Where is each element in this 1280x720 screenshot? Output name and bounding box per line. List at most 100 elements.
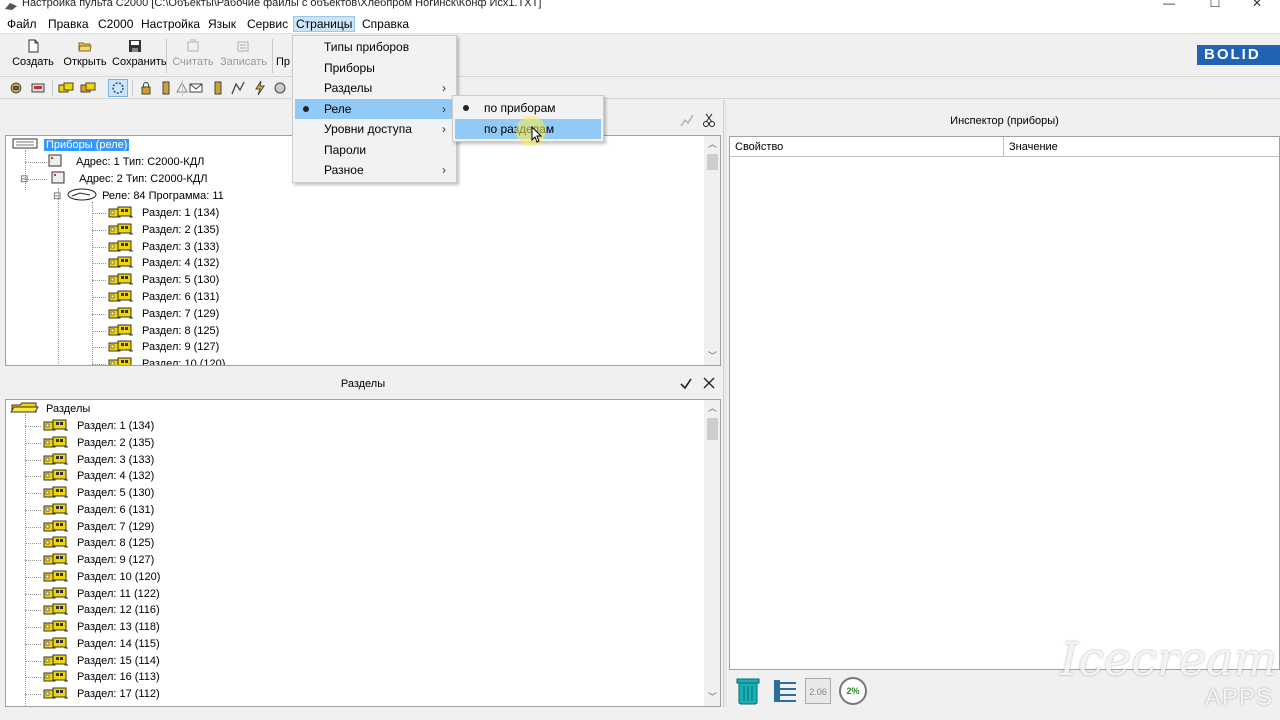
relay-partition-row[interactable]: Раздел: 3 (133)	[108, 239, 221, 256]
partition-groups-icon[interactable]	[80, 80, 96, 96]
tree-root-partitions[interactable]: Разделы	[10, 401, 92, 418]
maximize-button[interactable]: ☐	[1192, 0, 1238, 12]
col-value[interactable]: Значение	[1004, 137, 1279, 157]
partitions-scrollbar[interactable]: ︿ ﹀	[704, 400, 720, 706]
partition-row[interactable]: Раздел: 7 (129)	[43, 519, 156, 536]
device-types-icon[interactable]	[8, 80, 24, 96]
structure-icon[interactable]	[771, 677, 799, 705]
write-device-icon	[237, 41, 249, 52]
lock-icon[interactable]	[138, 80, 154, 96]
partition-row[interactable]: Раздел: 13 (118)	[43, 619, 162, 636]
percent-badge[interactable]: 2%	[839, 677, 867, 705]
menu-file[interactable]: Файл	[5, 17, 39, 33]
checkmark-icon[interactable]	[679, 377, 693, 391]
pages-menu-item[interactable]: Типы приборов	[295, 37, 454, 57]
tree-device-2[interactable]: ⊟ Адрес: 2 Тип: С2000-КДЛ	[20, 171, 209, 188]
tree-relay-84[interactable]: ⊟ Реле: 84 Программа: 11	[53, 188, 226, 205]
menu-pages[interactable]: Страницы	[293, 16, 356, 32]
partition-icon	[43, 419, 68, 431]
partitions-icon[interactable]	[58, 80, 74, 96]
partitions-folder-icon	[10, 402, 39, 413]
scissors-icon[interactable]	[702, 112, 716, 128]
version-badge[interactable]: 2.06	[805, 678, 831, 704]
close-button[interactable]: ✕	[1234, 0, 1280, 12]
minimize-button[interactable]: —	[1146, 0, 1192, 12]
scroll-down-icon[interactable]: ﹀	[704, 348, 720, 365]
write-button[interactable]: Записать	[220, 39, 267, 73]
partition-icon	[43, 553, 68, 565]
lightning-icon[interactable]	[252, 80, 268, 96]
vertical-splitter[interactable]	[723, 100, 727, 720]
relay-partition-row[interactable]: Раздел: 4 (132)	[108, 255, 221, 272]
menu-service[interactable]: Сервис	[245, 17, 290, 33]
partition-row[interactable]: Раздел: 11 (122)	[43, 586, 162, 603]
pages-toolbar	[0, 77, 1280, 99]
scroll-up-icon[interactable]: ︿	[704, 136, 720, 153]
partition-icon	[43, 620, 68, 632]
pages-menu-item[interactable]: Разное ›	[295, 160, 454, 180]
menu-language[interactable]: Язык	[206, 17, 238, 33]
partition-row[interactable]: Раздел: 6 (131)	[43, 502, 156, 519]
partition-row[interactable]: Раздел: 4 (132)	[43, 468, 156, 485]
partition-icon	[108, 223, 133, 235]
collapse-icon[interactable]: ⊟	[53, 188, 63, 205]
pages-menu-item[interactable]: Приборы	[295, 58, 454, 78]
partition-row[interactable]: Раздел: 14 (115)	[43, 636, 162, 653]
partition-row[interactable]: Раздел: 8 (125)	[43, 535, 156, 552]
access-level-icon[interactable]	[158, 80, 174, 96]
chart-icon[interactable]	[230, 80, 246, 96]
tree-device-1[interactable]: Адрес: 1 Тип: С2000-КДЛ	[48, 154, 206, 171]
menu-c2000[interactable]: С2000	[96, 17, 135, 33]
partition-row[interactable]: Раздел: 3 (133)	[43, 452, 156, 469]
relay-partition-row[interactable]: Раздел: 7 (129)	[108, 306, 221, 323]
open-button[interactable]: Открыть	[62, 39, 108, 73]
menu-edit[interactable]: Правка	[46, 17, 91, 33]
partition-row[interactable]: Раздел: 12 (116)	[43, 602, 162, 619]
pages-menu-item[interactable]: Разделы ›	[295, 78, 454, 98]
pages-menu-item[interactable]: Пароли	[295, 140, 454, 160]
relay-partition-row[interactable]: Раздел: 1 (134)	[108, 205, 221, 222]
partition-row[interactable]: Раздел: 15 (114)	[43, 653, 162, 670]
close-icon[interactable]	[703, 377, 715, 389]
collapse-icon[interactable]: ⊟	[20, 171, 30, 188]
menu-help[interactable]: Справка	[360, 17, 411, 33]
partition-row[interactable]: Раздел: 16 (113)	[43, 669, 162, 686]
relay-partition-row[interactable]: Раздел: 9 (127)	[108, 339, 221, 356]
schedule-icon[interactable]	[210, 80, 226, 96]
relay-partition-row[interactable]: Раздел: 10 (120)	[108, 356, 227, 365]
partition-row[interactable]: Раздел: 9 (127)	[43, 552, 156, 569]
relay-tree-scrollbar[interactable]: ︿ ﹀	[704, 136, 720, 365]
scroll-down-icon[interactable]: ﹀	[704, 689, 720, 706]
create-button[interactable]: Создать	[10, 39, 56, 73]
tree-root-devices-relay[interactable]: Приборы (реле)	[12, 137, 130, 154]
mail-icon[interactable]	[188, 80, 204, 96]
menu-bar: Файл Правка С2000 Настройка Язык Сервис …	[0, 14, 1280, 34]
open-folder-icon	[78, 42, 92, 52]
partition-row[interactable]: Раздел: 2 (135)	[43, 435, 156, 452]
relay-partition-row[interactable]: Раздел: 6 (131)	[108, 289, 221, 306]
partition-row[interactable]: Раздел: 10 (120)	[43, 569, 162, 586]
partial-button[interactable]: Пр	[274, 39, 292, 73]
scroll-up-icon[interactable]: ︿	[704, 400, 720, 417]
devices-icon[interactable]	[30, 80, 46, 96]
pages-menu-item[interactable]: Уровни доступа ›	[295, 119, 454, 139]
menu-settings[interactable]: Настройка	[139, 17, 202, 33]
misc-icon[interactable]	[272, 80, 288, 96]
relay-partition-row[interactable]: Раздел: 5 (130)	[108, 272, 221, 289]
col-property[interactable]: Свойство	[730, 137, 1004, 157]
pages-menu-item[interactable]: Реле ›	[295, 98, 454, 119]
relay-submenu-item[interactable]: по приборам	[455, 98, 601, 118]
apply-disabled-icon[interactable]	[679, 112, 695, 128]
partition-icon	[108, 307, 133, 319]
recycle-bin-icon[interactable]	[735, 676, 761, 706]
partition-row[interactable]: Раздел: 1 (134)	[43, 418, 156, 435]
relay-partition-row[interactable]: Раздел: 8 (125)	[108, 323, 221, 340]
relay-partition-row[interactable]: Раздел: 2 (135)	[108, 222, 221, 239]
scroll-thumb[interactable]	[707, 418, 718, 440]
scroll-thumb[interactable]	[707, 154, 718, 170]
partition-row[interactable]: Раздел: 5 (130)	[43, 485, 156, 502]
read-button[interactable]: Считать	[170, 39, 216, 73]
save-button[interactable]: Сохранить	[112, 39, 167, 73]
relay-page-button[interactable]	[108, 79, 128, 97]
partition-row[interactable]: Раздел: 17 (112)	[43, 686, 162, 703]
